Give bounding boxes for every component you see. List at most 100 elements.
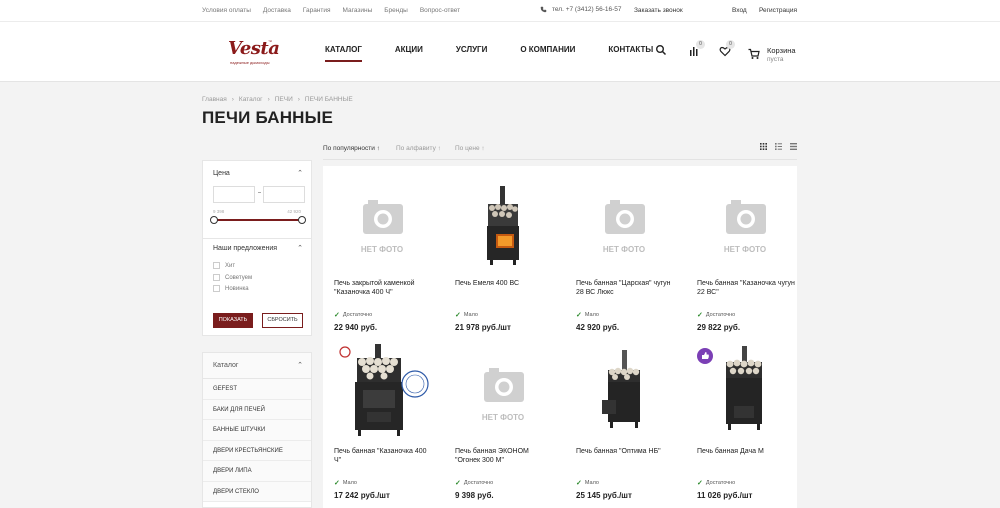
stock-label: Мало (584, 480, 599, 486)
chevron-up-icon[interactable]: ⌃ (297, 361, 303, 369)
product-name[interactable]: Печь банная Дача М (697, 447, 797, 456)
logo[interactable]: Vesta ™ надежные дымоходы (228, 38, 280, 68)
catalog-item[interactable]: БАННЫЕ ШТУЧКИ (203, 420, 311, 441)
view-switcher (760, 143, 797, 150)
checkbox-label: Хит (225, 262, 236, 269)
product-name[interactable]: Печь банная "Казаночка чугун 22 ВС" (697, 279, 797, 297)
list-view-icon[interactable] (775, 143, 782, 150)
offer-recommend-checkbox[interactable]: Советуем (213, 274, 252, 281)
product-card[interactable]: НЕТ ФОТО Печь банная ЭКОНОМ "Огонек 300 … (444, 334, 562, 502)
nav-catalog[interactable]: КАТАЛОГ (325, 45, 362, 62)
logo-tagline: надежные дымоходы (230, 60, 270, 65)
product-card[interactable]: НЕТ ФОТО Печь банная "Царская" чугун 28 … (565, 166, 683, 334)
top-link-warranty[interactable]: Гарантия (303, 7, 331, 14)
price-slider-max-handle[interactable] (298, 216, 306, 224)
stock-label: Достаточно (705, 480, 736, 486)
search-icon[interactable] (655, 44, 667, 56)
product-price: 22 940 руб. (334, 323, 378, 332)
show-button[interactable]: ПОКАЗАТЬ (213, 313, 253, 328)
page-title: ПЕЧИ БАННЫЕ (202, 108, 334, 127)
phone-icon (540, 6, 547, 13)
stock-status: ✓ Мало (576, 311, 599, 319)
product-name[interactable]: Печь банная "Казаночка 400 Ч" (334, 447, 434, 465)
filter-price-title[interactable]: Цена (213, 170, 230, 177)
catalog-item[interactable]: ДВЕРИ СТЕКЛО (203, 481, 311, 502)
product-card[interactable]: НЕТ ФОТО Печь закрытой каменкой "Казаноч… (323, 166, 441, 334)
sort-price[interactable]: По цене ↑ (455, 145, 485, 152)
stock-status: ✓ Мало (334, 479, 357, 487)
product-card[interactable]: Печь Емеля 400 ВС ✓ Мало 21 978 руб./шт (444, 166, 562, 334)
check-icon: ✓ (576, 480, 582, 487)
filter-offers-title[interactable]: Наши предложения (213, 245, 277, 252)
price-slider-track[interactable] (214, 219, 302, 221)
stock-label: Мало (463, 312, 478, 318)
check-icon: ✓ (697, 312, 703, 319)
reset-button[interactable]: СБРОСИТЬ (262, 313, 303, 328)
chevron-up-icon[interactable]: ⌃ (297, 169, 303, 177)
price-slider-min-handle[interactable] (210, 216, 218, 224)
product-price: 25 145 руб./шт (576, 491, 632, 500)
login-link[interactable]: Вход (732, 7, 747, 14)
sort-popularity[interactable]: По популярности ↑ (323, 145, 380, 152)
breadcrumb-catalog[interactable]: Каталог (239, 96, 263, 103)
no-photo-label: НЕТ ФОТО (482, 413, 524, 422)
cart-icon[interactable] (748, 48, 760, 60)
table-view-icon[interactable] (790, 143, 797, 150)
product-card[interactable]: Печь банная "Казаночка 400 Ч" ✓ Мало 17 2… (323, 334, 441, 502)
check-icon: ✓ (334, 312, 340, 319)
chevron-up-icon[interactable]: ⌃ (297, 244, 303, 252)
breadcrumb-home[interactable]: Главная (202, 96, 227, 103)
phone[interactable]: тел. +7 (3412) 56-16-57 (540, 6, 622, 13)
checkbox-box[interactable] (213, 274, 220, 281)
top-link-stores[interactable]: Магазины (343, 7, 373, 14)
product-name[interactable]: Печь банная ЭКОНОМ "Огонек 300 М" (455, 447, 555, 465)
top-link-payment[interactable]: Условия оплаты (202, 7, 251, 14)
favorites-button[interactable]: 0 (719, 40, 735, 57)
top-link-delivery[interactable]: Доставка (263, 7, 291, 14)
catalog-menu-title[interactable]: Каталог ⌃ (203, 353, 311, 379)
catalog-item[interactable]: БАКИ ДЛЯ ПЕЧЕЙ (203, 399, 311, 420)
offer-hit-checkbox[interactable]: Хит (213, 262, 235, 269)
catalog-item[interactable]: GEFEST (203, 379, 311, 400)
product-grid: НЕТ ФОТО Печь закрытой каменкой "Казаноч… (323, 166, 797, 508)
stock-status: ✓ Достаточно (697, 311, 735, 319)
price-from-input[interactable] (213, 186, 255, 203)
product-card[interactable]: НЕТ ФОТО Печь банная "Казаночка чугун 22… (686, 166, 804, 334)
product-name[interactable]: Печь Емеля 400 ВС (455, 279, 555, 288)
top-link-faq[interactable]: Вопрос-ответ (420, 7, 460, 14)
register-link[interactable]: Регистрация (759, 7, 797, 14)
product-name[interactable]: Печь закрытой каменкой "Казаночка 400 Ч" (334, 279, 434, 297)
catalog-item[interactable]: ДВЕРИ КРЕСТЬЯНСКИЕ (203, 440, 311, 461)
stock-label: Мало (584, 312, 599, 318)
nav-about[interactable]: О КОМПАНИИ (520, 45, 575, 62)
price-to-input[interactable] (263, 186, 305, 203)
nav-promotions[interactable]: АКЦИИ (395, 45, 423, 62)
grid-view-icon[interactable] (760, 143, 767, 150)
catalog-item[interactable]: ДВЕРИ ЛИПА (203, 461, 311, 482)
checkbox-box[interactable] (213, 285, 220, 292)
stock-label: Мало (342, 480, 357, 486)
product-card[interactable]: Печь банная Дача М ✓ Достаточно 11 026 ру… (686, 334, 804, 502)
no-photo-label: НЕТ ФОТО (724, 245, 766, 254)
stock-label: Достаточно (463, 480, 494, 486)
callback-link[interactable]: Заказать звонок (634, 7, 683, 14)
sort-alphabet[interactable]: По алфавиту ↑ (396, 145, 441, 152)
product-name[interactable]: Печь банная "Оптима НБ" (576, 447, 676, 456)
compare-button[interactable]: 0 (689, 40, 705, 56)
catalog-menu-label: Каталог (213, 362, 239, 369)
offer-new-checkbox[interactable]: Новинка (213, 285, 249, 292)
favorites-count: 0 (726, 40, 735, 49)
top-link-brands[interactable]: Бренды (384, 7, 408, 14)
nav-services[interactable]: УСЛУГИ (456, 45, 487, 62)
stock-label: Достаточно (342, 312, 373, 318)
cart-status: пуста (767, 56, 784, 63)
product-card[interactable]: Печь банная "Оптима НБ" ✓ Мало 25 145 руб… (565, 334, 683, 502)
breadcrumb-stoves[interactable]: ПЕЧИ (275, 96, 293, 103)
checkbox-box[interactable] (213, 262, 220, 269)
nav-contacts[interactable]: КОНТАКТЫ (608, 45, 653, 62)
breadcrumb-separator: › (297, 96, 300, 103)
product-name[interactable]: Печь банная "Царская" чугун 28 ВС Люкс (576, 279, 676, 297)
cart-summary[interactable]: Корзина пуста (767, 46, 796, 64)
phone-number: тел. +7 (3412) 56-16-57 (552, 6, 622, 13)
breadcrumb-separator: › (231, 96, 234, 103)
